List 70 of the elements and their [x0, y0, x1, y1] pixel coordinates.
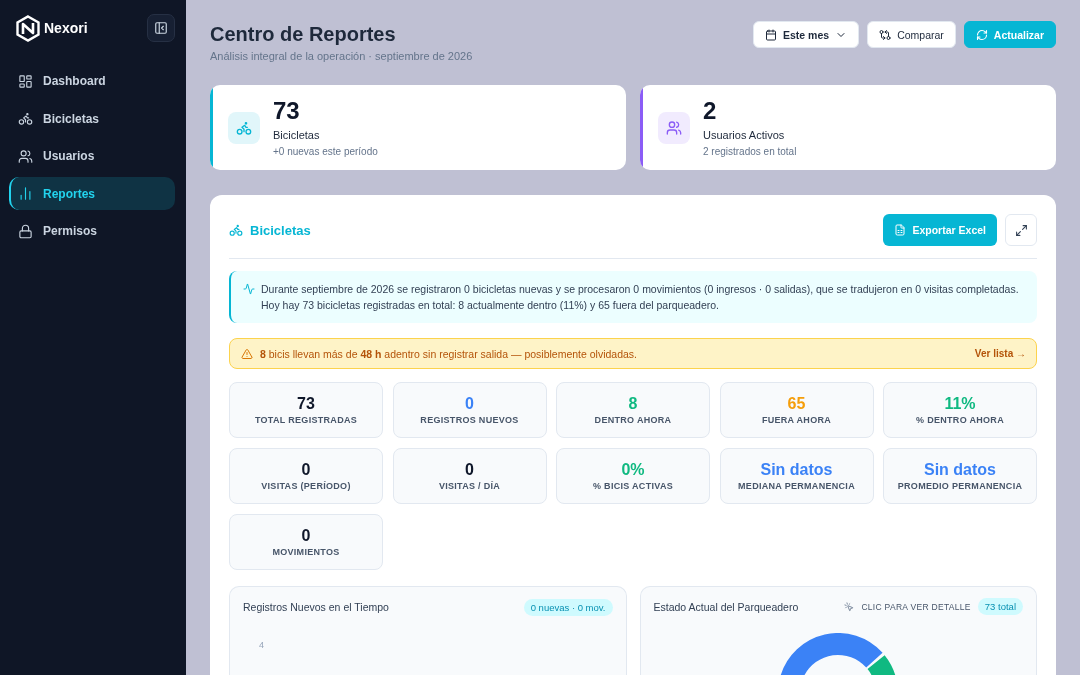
pointer-click-icon [844, 601, 855, 612]
axis-tick-label: 4 [259, 640, 264, 650]
bike-icon [229, 223, 243, 237]
users-icon [18, 148, 33, 164]
sidebar-item[interactable]: Reportes [9, 177, 175, 210]
metric-value: 11% [944, 394, 976, 413]
sidebar-item[interactable]: Permisos [9, 214, 175, 248]
metric-value: 0 [465, 394, 474, 413]
metric-label: % BICIS ACTIVAS [593, 481, 673, 492]
metric-value: 8 [628, 394, 638, 413]
panel-collapse-icon [154, 21, 168, 35]
metric-value: 0 [301, 526, 311, 545]
expand-button[interactable] [1005, 214, 1037, 246]
chart-title: Registros Nuevos en el Tiempo [243, 601, 389, 613]
spreadsheet-icon [894, 224, 907, 236]
summary-note: +0 nuevas este período [273, 144, 378, 158]
metric-label: PROMEDIO PERMANENCIA [897, 481, 1023, 492]
collapse-sidebar-button[interactable] [147, 14, 175, 42]
hexagon-logo-icon [16, 14, 40, 42]
period-dropdown[interactable]: Este mes [753, 21, 860, 48]
sidebar-item[interactable]: Bicicletas [9, 102, 175, 135]
donut-slice[interactable] [780, 633, 883, 675]
warning-text: 8 bicis llevan más de 48 h adentro sin registrar salida — posiblemente olvidadas. [260, 347, 638, 360]
view-list-link[interactable]: Ver lista → [974, 348, 1026, 359]
metric-label: MOVIMIENTOS [272, 547, 340, 558]
metric-label: VISITAS / DÍA [438, 481, 501, 492]
brand-name: Nexori [44, 20, 88, 36]
dashboard-grid-icon [18, 73, 33, 89]
metric-value: 0% [621, 460, 645, 479]
metric-value: Sin datos [760, 460, 833, 479]
pulse-icon [243, 283, 255, 295]
chart-title: Estado Actual del Parqueadero [653, 600, 799, 613]
metric-value: 65 [787, 394, 806, 413]
metric-label: TOTAL REGISTRADAS [254, 415, 358, 426]
summary-label: Bicicletas [273, 127, 321, 142]
metric-label: DENTRO AHORA [594, 415, 672, 426]
metric-value: 73 [297, 394, 315, 413]
warning-icon [241, 347, 253, 360]
compare-button[interactable]: Comparar [867, 21, 956, 48]
compare-arrows-icon [879, 28, 892, 41]
metric-label: VISITAS (PERÍODO) [261, 481, 351, 492]
page-title: Centro de Reportes [210, 22, 397, 47]
bike-icon [228, 111, 260, 144]
panel-title: Bicicletas [250, 222, 311, 238]
metric-value: Sin datos [924, 460, 996, 479]
page-subtitle: Análisis integral de la operación · septiembre de 2026 [210, 49, 473, 63]
expand-icon [1014, 223, 1028, 237]
donut-slice[interactable] [867, 655, 896, 675]
metric-value: 0 [465, 460, 474, 479]
summary-value: 2 [703, 97, 718, 124]
metric-label: REGISTROS NUEVOS [420, 415, 519, 426]
chart-badge: 73 total [977, 598, 1023, 615]
lock-icon [18, 223, 33, 239]
users-icon [658, 111, 690, 144]
bike-icon [18, 111, 33, 126]
summary-label: Usuarios Activos [703, 127, 786, 142]
summary-value: 73 [273, 97, 301, 124]
chart-hint: CLIC PARA VER DETALLE [861, 601, 971, 612]
calendar-icon [765, 28, 777, 41]
refresh-icon [975, 28, 988, 41]
metric-label: FUERA AHORA [761, 415, 832, 426]
metric-label: MEDIANA PERMANENCIA [738, 481, 855, 492]
bar-chart-icon [18, 186, 33, 201]
summary-note: 2 registrados en total [703, 144, 797, 158]
metric-label: % DENTRO AHORA [916, 415, 1004, 426]
summary-text: Durante septiembre de 2026 se registraron 0 bicicletas nuevas y se procesaron 0 movimientos (0 ingresos · 0 salidas), que se tradujeron en 0 visitas completadas. Hoy hay 73 bicicletas registradas en total: 8 actualmente dentro (11%) y 65 fuera del parqueadero. [261, 282, 1020, 313]
sidebar-item[interactable]: Usuarios [9, 139, 175, 173]
sidebar-item[interactable]: Dashboard [9, 64, 175, 98]
chart-badge: 0 nuevas · 0 mov. [523, 598, 613, 616]
metric-value: 0 [301, 460, 311, 479]
